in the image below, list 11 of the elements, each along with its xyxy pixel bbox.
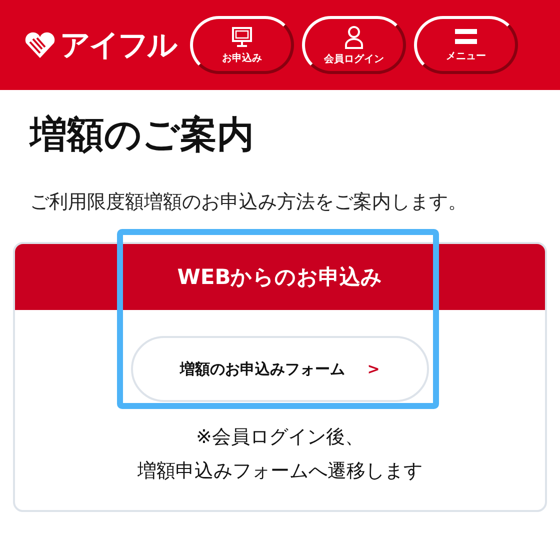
note-text: 増額申込みフォームへ遷移します	[136, 459, 424, 484]
intro-text: ご利用限度額増額のお申込み方法をご案内します。	[30, 190, 468, 215]
form-button[interactable]: 増額のお申込みフォーム >	[131, 336, 429, 402]
section-heading: WEBからのお申込み	[15, 244, 545, 310]
apply-button[interactable]: お申込み	[190, 16, 294, 74]
login-button[interactable]: 会員ログイン	[302, 16, 406, 74]
note-text: ※会員ログイン後、	[195, 425, 365, 450]
menu-button[interactable]: メニュー	[414, 16, 518, 74]
page-title: 増額のご案内	[30, 112, 255, 158]
logo-text: アイフル	[60, 26, 176, 64]
arrow-icon: >	[367, 360, 380, 378]
